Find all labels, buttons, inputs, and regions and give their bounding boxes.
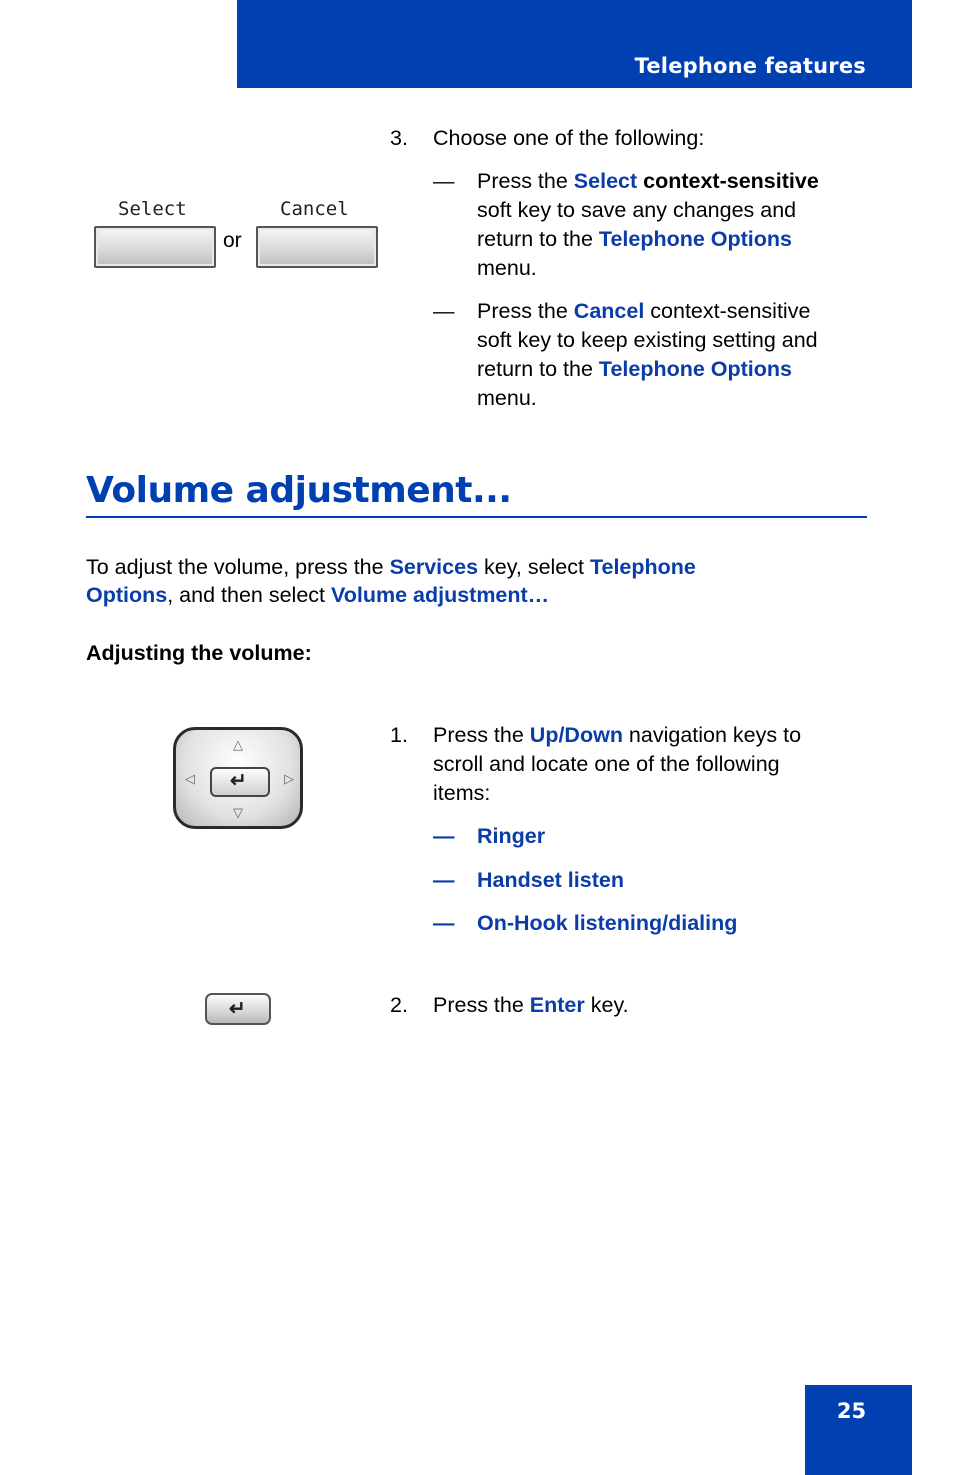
step-line: scroll and locate one of the following	[433, 752, 780, 776]
updown-key-ref: Up/Down	[529, 723, 623, 747]
dash: —	[433, 868, 455, 892]
nav-enter-key[interactable]: ↵	[210, 767, 270, 797]
section-divider	[86, 516, 867, 518]
right-arrow-icon[interactable]: ▷	[284, 772, 294, 785]
item-label: Handset listen	[477, 868, 624, 892]
step-line: Press the Enter key.	[433, 991, 629, 1020]
enter-key-ref: Enter	[529, 993, 585, 1017]
up-arrow-icon[interactable]: △	[233, 738, 243, 751]
text: Press the	[477, 169, 574, 193]
select-softkey-label: Select	[118, 198, 187, 220]
option-line: soft key to save any changes and	[477, 198, 797, 222]
dash: —	[433, 299, 455, 323]
item-label: Ringer	[477, 824, 546, 848]
option-line: return to the Telephone Options	[477, 355, 792, 384]
text: context-sensitive	[637, 169, 819, 193]
option-line: menu.	[477, 386, 537, 410]
telephone-options-ref: Telephone Options	[598, 227, 793, 251]
text: navigation keys to	[622, 723, 802, 747]
cancel-key-ref: Cancel	[573, 299, 645, 323]
select-softkey[interactable]	[94, 226, 216, 268]
telephone-options-ref: Telephone	[589, 555, 696, 579]
left-arrow-icon[interactable]: ◁	[185, 772, 195, 785]
section-intro-line: Options, and then select Volume adjustme…	[86, 581, 549, 610]
item-label: On-Hook listening/dialing	[477, 911, 738, 935]
text: To adjust the volume, press the	[86, 555, 390, 579]
text: Press the	[433, 723, 530, 747]
header-bar: Telephone features	[237, 0, 912, 88]
navigation-keypad[interactable]: △ ▽ ◁ ▷ ↵	[173, 727, 303, 829]
header-title: Telephone features	[634, 54, 866, 78]
text: return to the	[477, 357, 599, 381]
cancel-softkey-label: Cancel	[280, 198, 349, 220]
subheading: Adjusting the volume:	[86, 641, 312, 665]
enter-icon: ↵	[230, 770, 247, 792]
telephone-options-ref: Telephone Options	[598, 357, 793, 381]
cancel-softkey[interactable]	[256, 226, 378, 268]
text: key.	[584, 993, 629, 1017]
text: , and then select	[167, 583, 331, 607]
text: Press the	[433, 993, 530, 1017]
step-intro: Choose one of the following:	[433, 126, 705, 150]
select-key-ref: Select	[573, 169, 638, 193]
text: Press the	[477, 299, 574, 323]
dash: —	[433, 169, 455, 193]
dash: —	[433, 824, 455, 848]
text: context-sensitive	[644, 299, 811, 323]
option-line: Press the Cancel context-sensitive	[477, 297, 810, 326]
dash: —	[433, 911, 455, 935]
enter-key[interactable]: ↵	[205, 993, 271, 1025]
text: key, select	[478, 555, 590, 579]
step-number: 1.	[390, 723, 408, 747]
section-title: Volume adjustment...	[86, 470, 512, 511]
step-line: items:	[433, 781, 491, 805]
step-number: 3.	[390, 126, 408, 150]
option-line: return to the Telephone Options	[477, 225, 792, 254]
volume-adjustment-ref: Volume adjustment…	[330, 583, 550, 607]
enter-icon: ↵	[229, 998, 246, 1020]
text: return to the	[477, 227, 599, 251]
telephone-options-ref: Options	[86, 583, 168, 607]
section-intro-line: To adjust the volume, press the Services…	[86, 553, 696, 582]
option-line: menu.	[477, 256, 537, 280]
page-number: 25	[836, 1399, 867, 1423]
services-key-ref: Services	[389, 555, 479, 579]
option-line: soft key to keep existing setting and	[477, 328, 818, 352]
or-label: or	[223, 229, 242, 252]
option-line: Press the Select context-sensitive	[477, 167, 819, 196]
step-number: 2.	[390, 993, 408, 1017]
down-arrow-icon[interactable]: ▽	[233, 806, 243, 819]
step-line: Press the Up/Down navigation keys to	[433, 721, 801, 750]
page-number-box: 25	[805, 1385, 912, 1475]
